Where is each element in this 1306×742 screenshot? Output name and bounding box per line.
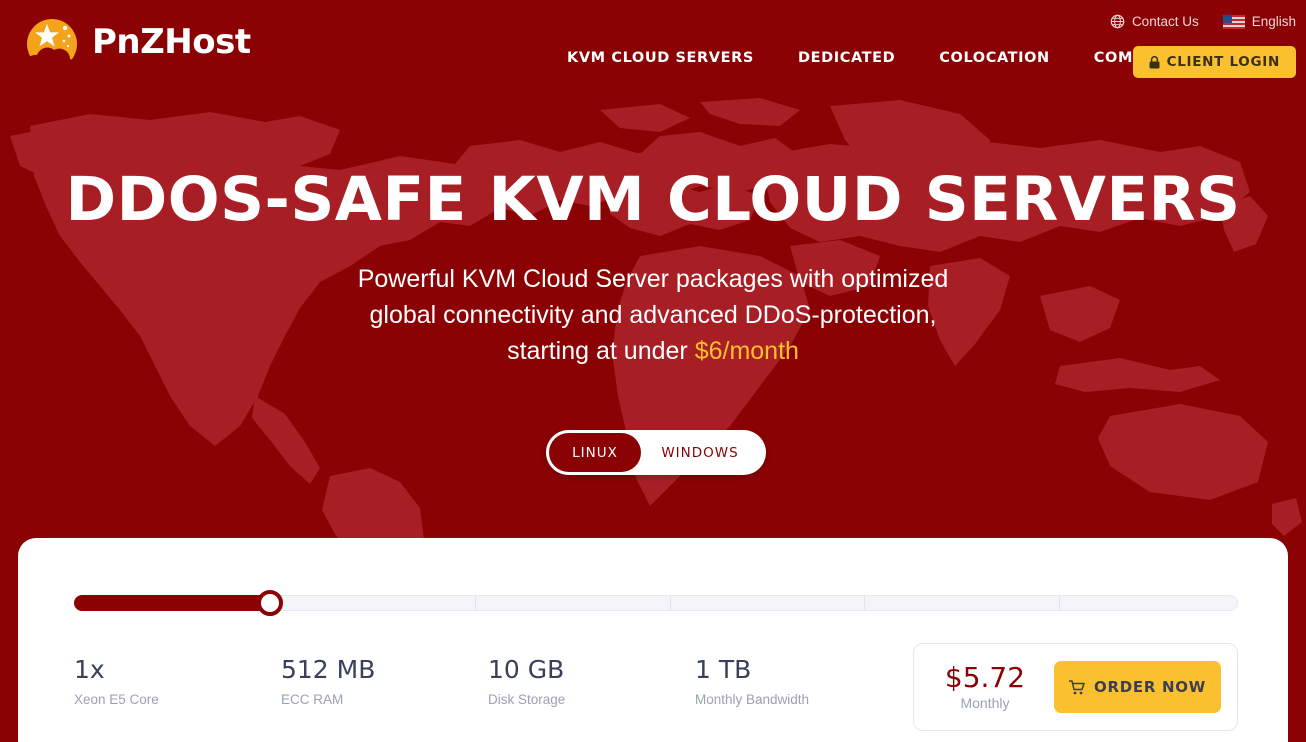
sun-cloud-star-logo-icon [20, 16, 84, 68]
spec-cpu-label: Xeon E5 Core [74, 691, 159, 707]
slider-tick [1059, 596, 1060, 610]
spec-ram: 512 MB ECC RAM [281, 656, 488, 707]
subheadline-line-1: Powerful KVM Cloud Server packages with … [357, 265, 949, 293]
spec-cpu: 1x Xeon E5 Core [74, 656, 281, 707]
subheadline-line-3-prefix: starting at under [507, 337, 695, 365]
main-menu: KVM CLOUD SERVERS DEDICATED COLOCATION C… [545, 50, 1201, 66]
price-box: $5.72 Monthly ORDER NOW [913, 643, 1238, 731]
starting-price-accent: $6/month [694, 337, 799, 365]
spec-bandwidth-value: 1 TB [695, 655, 752, 684]
cart-icon [1069, 679, 1085, 695]
language-label: English [1251, 14, 1296, 29]
order-now-label: ORDER NOW [1094, 678, 1206, 696]
configurator-card: 1x Xeon E5 Core 512 MB ECC RAM 10 GB Dis… [18, 538, 1288, 742]
price-column: $5.72 Monthly [930, 660, 1040, 712]
slider-tick [864, 596, 865, 610]
utility-links: Contact Us English [1110, 14, 1296, 29]
price-period: Monthly [960, 695, 1010, 712]
contact-us-link[interactable]: Contact Us [1110, 14, 1199, 29]
order-now-button[interactable]: ORDER NOW [1054, 661, 1221, 713]
spec-list: 1x Xeon E5 Core 512 MB ECC RAM 10 GB Dis… [74, 656, 914, 707]
slider-tick [670, 596, 671, 610]
spec-disk-label: Disk Storage [488, 691, 566, 707]
top-navigation-bar: PnZHost Contact Us English KVM CLOUD SER… [0, 0, 1306, 96]
site-logo[interactable]: PnZHost [20, 16, 251, 68]
client-login-button[interactable]: CLIENT LOGIN [1132, 46, 1296, 78]
hero-headline: DDOS-SAFE KVM CLOUD SERVERS [65, 164, 1241, 235]
spec-bandwidth-label: Monthly Bandwidth [695, 691, 810, 707]
spec-ram-label: ECC RAM [281, 691, 344, 707]
nav-item-dedicated[interactable]: DEDICATED [776, 50, 917, 66]
nav-item-colocation[interactable]: COLOCATION [917, 50, 1072, 66]
language-selector[interactable]: English [1222, 14, 1296, 29]
slider-handle[interactable] [257, 590, 283, 616]
plan-size-slider[interactable] [74, 590, 1238, 616]
price-amount: $5.72 [944, 660, 1026, 694]
lock-icon [1149, 55, 1160, 69]
os-toggle-group: LINUX WINDOWS [546, 430, 766, 475]
spec-disk-value: 10 GB [488, 655, 565, 684]
hero-subheadline: Powerful KVM Cloud Server packages with … [0, 261, 1306, 369]
logo-wordmark: PnZHost [92, 22, 251, 62]
os-toggle-linux[interactable]: LINUX [549, 433, 641, 472]
spec-disk: 10 GB Disk Storage [488, 656, 695, 707]
spec-cpu-value: 1x [74, 655, 105, 684]
slider-filled-range [74, 595, 270, 611]
us-flag-icon [1222, 14, 1245, 29]
spec-bandwidth: 1 TB Monthly Bandwidth [695, 656, 902, 707]
slider-tick [475, 596, 476, 610]
nav-item-kvm-cloud-servers[interactable]: KVM CLOUD SERVERS [545, 50, 776, 66]
subheadline-line-3: starting at under $6/month [0, 333, 1306, 369]
os-toggle-windows[interactable]: WINDOWS [641, 433, 759, 472]
subheadline-line-2: global connectivity and advanced DDoS-pr… [369, 301, 937, 329]
hero-section: PnZHost Contact Us English KVM CLOUD SER… [0, 0, 1306, 742]
client-login-label: CLIENT LOGIN [1166, 54, 1280, 70]
contact-us-label: Contact Us [1131, 14, 1199, 29]
spec-ram-value: 512 MB [281, 655, 376, 684]
globe-icon [1110, 14, 1125, 29]
